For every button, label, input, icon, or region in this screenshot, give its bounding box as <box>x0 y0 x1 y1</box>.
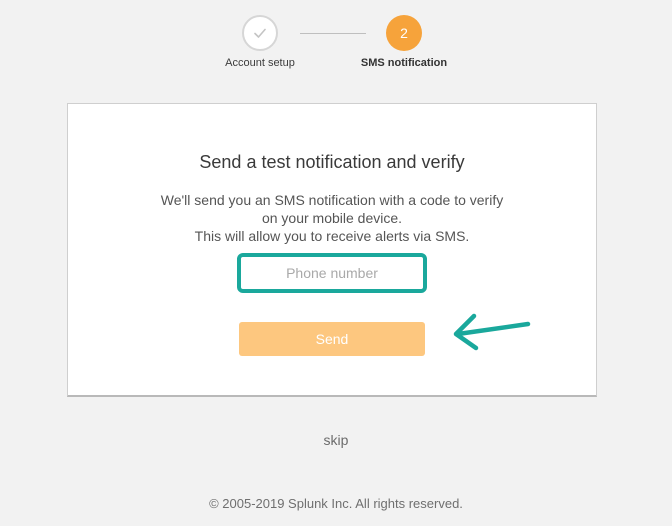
description-line: This will allow you to receive alerts vi… <box>194 228 470 244</box>
step-sms-notification: 2 <box>386 15 422 51</box>
step-connector <box>300 33 366 34</box>
check-icon <box>254 28 266 38</box>
skip-link[interactable]: skip <box>0 432 672 448</box>
card-title: Send a test notification and verify <box>199 152 465 172</box>
progress-stepper: 2 Account setup SMS notification <box>0 0 672 90</box>
description-line: We'll send you an SMS notification with … <box>160 192 504 208</box>
phone-number-input[interactable] <box>241 257 423 289</box>
step-account-setup <box>242 15 278 51</box>
card-description: We'll send you an SMS notification with … <box>68 191 596 245</box>
description-line: on your mobile device. <box>261 210 403 226</box>
step-number: 2 <box>400 25 408 41</box>
phone-input-highlight <box>237 253 427 293</box>
step-label-sms-notification: SMS notification <box>360 57 448 69</box>
step-label-account-setup: Account setup <box>225 57 295 69</box>
send-button[interactable]: Send <box>239 322 425 356</box>
arrow-left-icon <box>453 313 531 351</box>
copyright-footer: © 2005-2019 Splunk Inc. All rights reser… <box>209 496 463 511</box>
